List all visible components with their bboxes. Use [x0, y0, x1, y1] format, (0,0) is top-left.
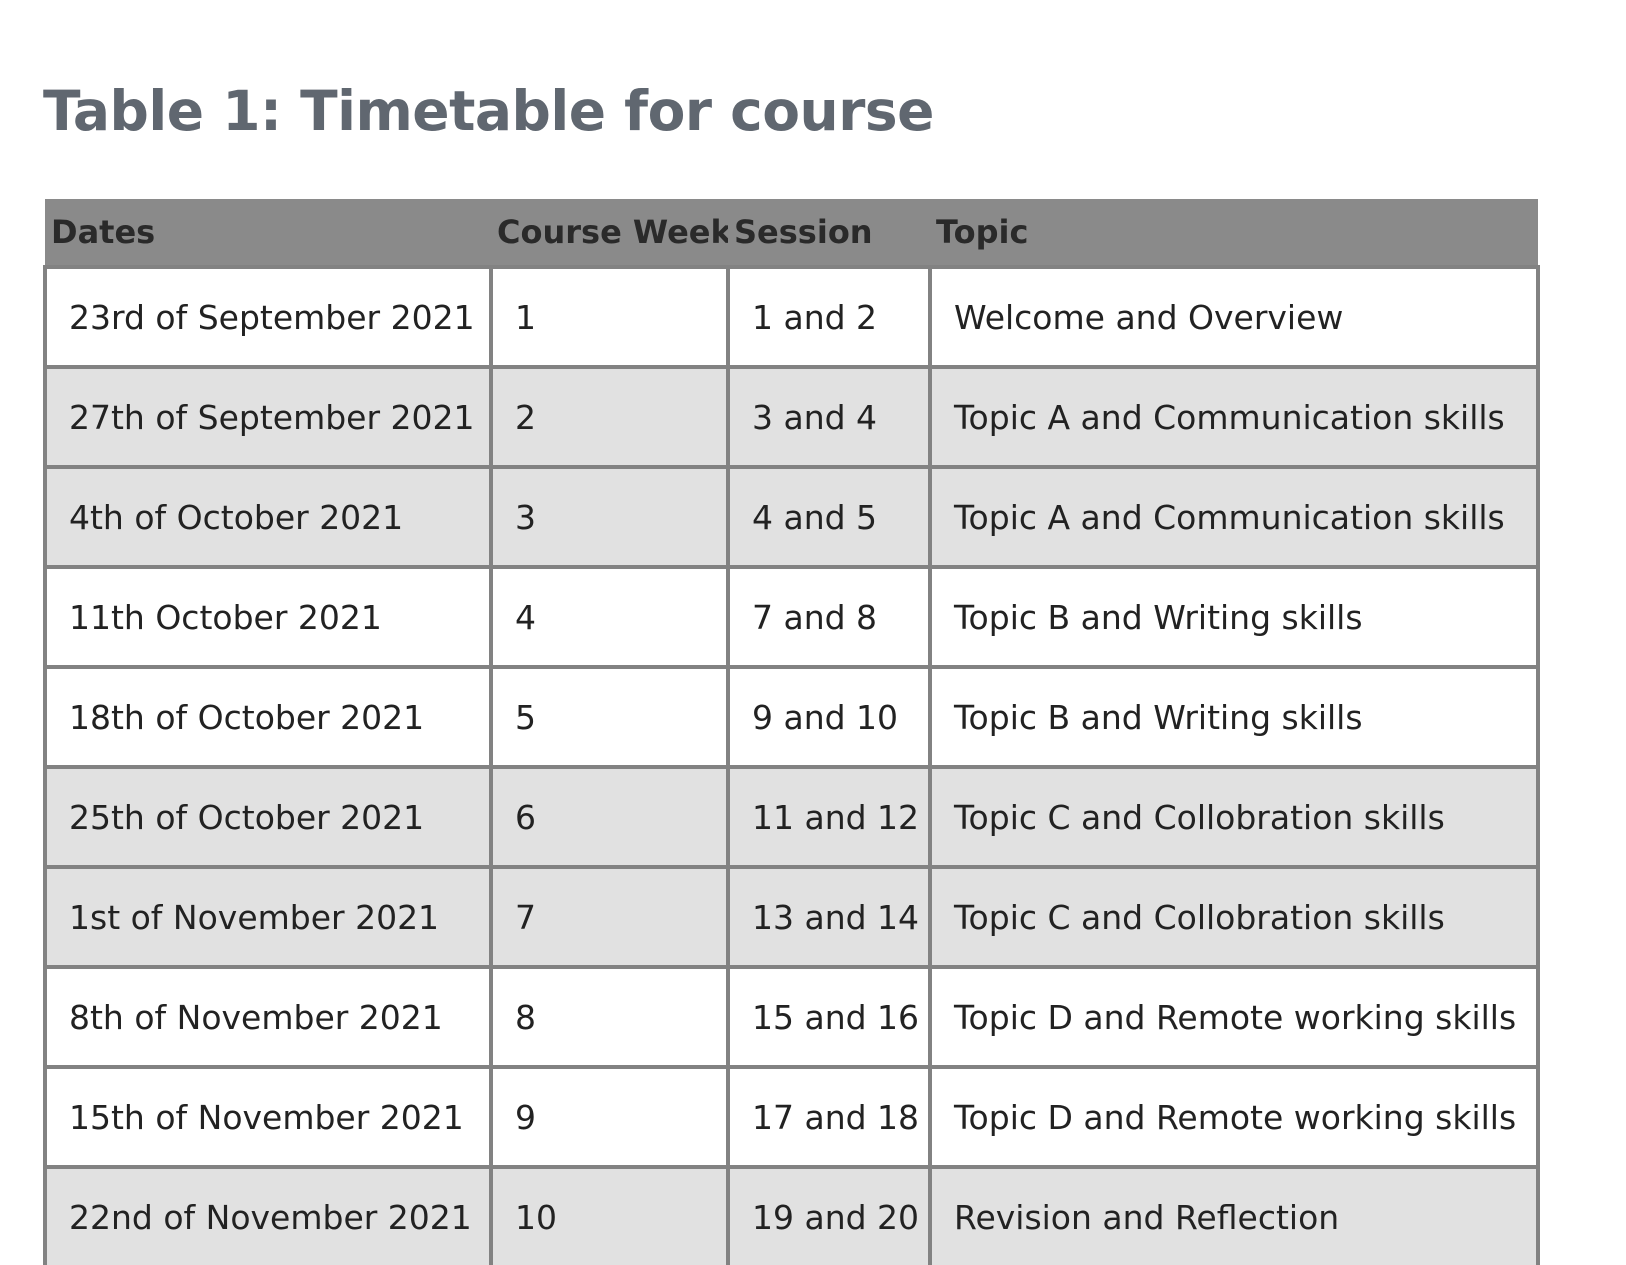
cell-dates: 27th of September 2021: [43, 365, 493, 469]
cell-course-week: 3: [489, 465, 730, 569]
cell-course-week: 10: [489, 1165, 730, 1265]
column-header-course-week: Course Week: [491, 199, 728, 267]
cell-course-week: 4: [489, 565, 730, 669]
cell-session: 1 and 2: [726, 265, 932, 369]
cell-course-week: 1: [489, 265, 730, 369]
cell-dates: 4th of October 2021: [43, 465, 493, 569]
cell-topic: Topic C and Collobration skills: [928, 765, 1540, 869]
cell-course-week: 8: [489, 965, 730, 1069]
cell-course-week: 6: [489, 765, 730, 869]
cell-dates: 25th of October 2021: [43, 765, 493, 869]
cell-topic: Topic C and Collobration skills: [928, 865, 1540, 969]
cell-session: 9 and 10: [726, 665, 932, 769]
cell-session: 4 and 5: [726, 465, 932, 569]
cell-topic: Topic A and Communication skills: [928, 365, 1540, 469]
cell-session: 17 and 18: [726, 1065, 932, 1169]
table-row: 23rd of September 2021 1 1 and 2 Welcome…: [43, 265, 1540, 369]
table-row: 8th of November 2021 8 15 and 16 Topic D…: [43, 965, 1540, 1069]
header-row: Dates Course Week Session Topic: [45, 199, 1538, 267]
cell-course-week: 7: [489, 865, 730, 969]
table-row: 25th of October 2021 6 11 and 12 Topic C…: [43, 765, 1540, 869]
table-row: 27th of September 2021 2 3 and 4 Topic A…: [43, 365, 1540, 469]
page-title: Table 1: Timetable for course: [43, 79, 934, 143]
cell-dates: 23rd of September 2021: [43, 265, 493, 369]
cell-topic: Welcome and Overview: [928, 265, 1540, 369]
cell-topic: Topic B and Writing skills: [928, 565, 1540, 669]
column-header-topic: Topic: [930, 199, 1538, 267]
cell-dates: 11th October 2021: [43, 565, 493, 669]
cell-session: 11 and 12: [726, 765, 932, 869]
cell-dates: 8th of November 2021: [43, 965, 493, 1069]
cell-course-week: 9: [489, 1065, 730, 1169]
cell-dates: 1st of November 2021: [43, 865, 493, 969]
timetable: Dates Course Week Session Topic 23rd of …: [43, 199, 1540, 1265]
cell-dates: 15th of November 2021: [43, 1065, 493, 1169]
cell-course-week: 2: [489, 365, 730, 469]
table-row: 15th of November 2021 9 17 and 18 Topic …: [43, 1065, 1540, 1169]
cell-topic: Topic B and Writing skills: [928, 665, 1540, 769]
cell-session: 7 and 8: [726, 565, 932, 669]
cell-topic: Topic D and Remote working skills: [928, 1065, 1540, 1169]
cell-session: 15 and 16: [726, 965, 932, 1069]
table-row: 22nd of November 2021 10 19 and 20 Revis…: [43, 1165, 1540, 1265]
table-header: Dates Course Week Session Topic: [45, 199, 1538, 267]
table-body: 23rd of September 2021 1 1 and 2 Welcome…: [43, 265, 1540, 1265]
cell-topic: Topic D and Remote working skills: [928, 965, 1540, 1069]
cell-session: 19 and 20: [726, 1165, 932, 1265]
column-header-dates: Dates: [45, 199, 491, 267]
table-row: 18th of October 2021 5 9 and 10 Topic B …: [43, 665, 1540, 769]
table-row: 11th October 2021 4 7 and 8 Topic B and …: [43, 565, 1540, 669]
cell-session: 13 and 14: [726, 865, 932, 969]
cell-dates: 18th of October 2021: [43, 665, 493, 769]
table-row: 1st of November 2021 7 13 and 14 Topic C…: [43, 865, 1540, 969]
column-header-session: Session: [728, 199, 930, 267]
cell-topic: Revision and Reflection: [928, 1165, 1540, 1265]
cell-course-week: 5: [489, 665, 730, 769]
table-row: 4th of October 2021 3 4 and 5 Topic A an…: [43, 465, 1540, 569]
cell-topic: Topic A and Communication skills: [928, 465, 1540, 569]
cell-session: 3 and 4: [726, 365, 932, 469]
cell-dates: 22nd of November 2021: [43, 1165, 493, 1265]
